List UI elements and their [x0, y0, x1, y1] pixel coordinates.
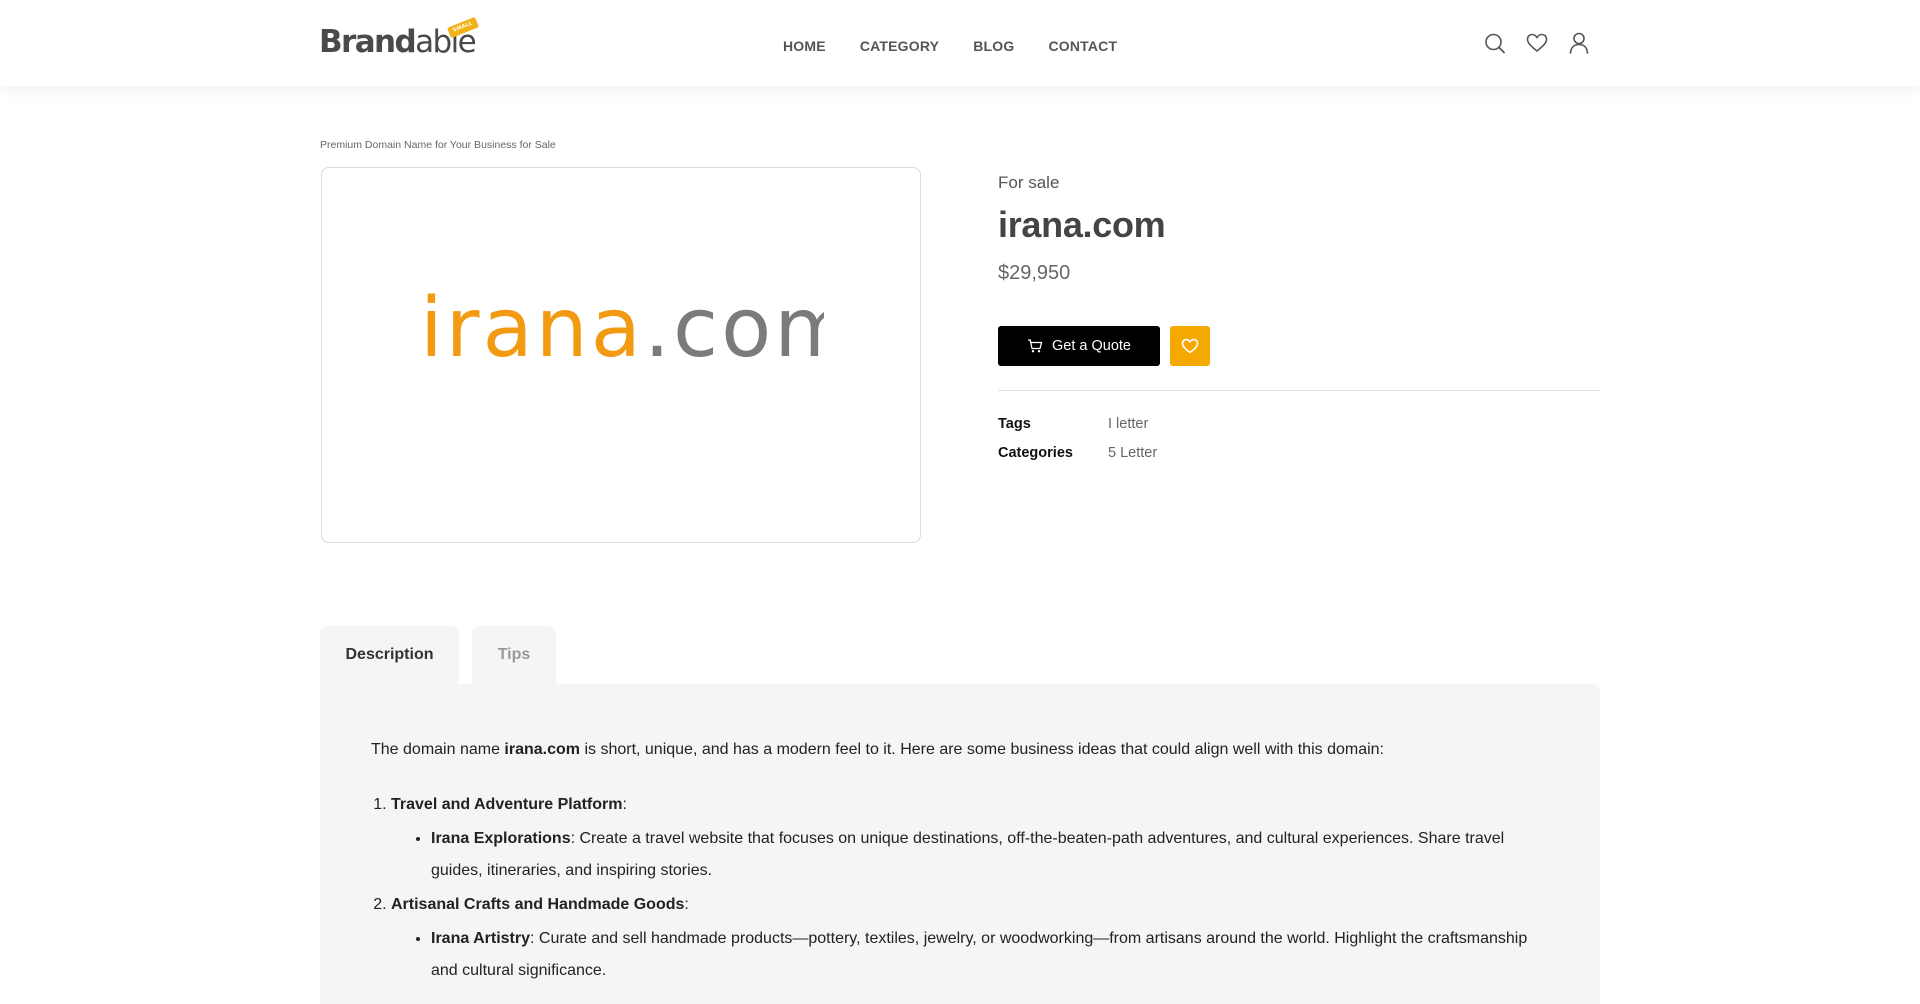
intro-domain: irana.com — [504, 741, 580, 758]
list-item: Artisanal Crafts and Handmade Goods: Ira… — [391, 889, 1551, 987]
idea-name: Irana Explorations — [431, 830, 571, 847]
product-title: irana.com — [998, 204, 1166, 245]
nav-contact[interactable]: CONTACT — [1048, 38, 1117, 54]
domain-logo-name: irana — [420, 286, 644, 366]
add-to-wishlist-button[interactable] — [1170, 326, 1210, 366]
categories-label: Categories — [998, 445, 1073, 461]
user-icon[interactable] — [1566, 30, 1592, 56]
domain-logo-tld: .com — [644, 286, 824, 366]
status-label: For sale — [998, 173, 1060, 192]
logo-text-bold: Brand — [319, 24, 417, 60]
product-price: $29,950 — [998, 262, 1071, 284]
intro-text-rest: is short, unique, and has a modern feel … — [580, 741, 1384, 758]
heart-icon — [1181, 338, 1199, 354]
tags-label: Tags — [998, 416, 1031, 432]
list-item: Travel and Adventure Platform: Irana Exp… — [391, 789, 1551, 887]
tab-description[interactable]: Description — [320, 626, 459, 684]
get-quote-label: Get a Quote — [1052, 338, 1131, 354]
list-item: Irana Explorations: Create a travel webs… — [431, 823, 1551, 887]
divider — [998, 390, 1600, 391]
logo-text: Brandable SMALL — [319, 16, 479, 62]
idea-text: : Curate and sell handmade products—pott… — [431, 930, 1528, 979]
tab-tips[interactable]: Tips — [472, 626, 556, 684]
heart-icon[interactable] — [1524, 30, 1550, 56]
search-icon[interactable] — [1482, 30, 1508, 56]
header-icons — [1482, 30, 1592, 56]
site-header: Brandable SMALL HOME CATEGORY BLOG CONTAC… — [0, 0, 1920, 86]
idea-name: Irana Artistry — [431, 930, 530, 947]
cart-icon — [1027, 338, 1043, 354]
categories-value[interactable]: 5 Letter — [1108, 445, 1157, 461]
domain-logo-image: irana.com — [420, 286, 824, 366]
intro-text: The domain name — [371, 741, 505, 758]
idea-list: Travel and Adventure Platform: Irana Exp… — [371, 789, 1551, 987]
get-quote-button[interactable]: Get a Quote — [998, 326, 1160, 366]
tags-value[interactable]: I letter — [1108, 416, 1148, 432]
idea-title: Artisanal Crafts and Handmade Goods — [391, 896, 685, 913]
idea-text: : Create a travel website that focuses o… — [431, 830, 1505, 879]
svg-text:irana.com: irana.com — [420, 286, 824, 366]
nav-category[interactable]: CATEGORY — [860, 38, 939, 54]
description-panel: The domain name irana.com is short, uniq… — [320, 684, 1600, 1004]
description-intro: The domain name irana.com is short, uniq… — [371, 736, 1551, 764]
idea-title: Travel and Adventure Platform — [391, 796, 623, 813]
list-item: Irana Artistry: Curate and sell handmade… — [431, 923, 1551, 987]
main-nav: HOME CATEGORY BLOG CONTACT — [783, 38, 1117, 54]
description-content: The domain name irana.com is short, uniq… — [371, 736, 1551, 989]
product-image-box: irana.com — [321, 167, 921, 543]
nav-home[interactable]: HOME — [783, 38, 826, 54]
breadcrumb: Premium Domain Name for Your Business fo… — [320, 139, 556, 151]
brand-logo[interactable]: Brandable SMALL — [319, 16, 479, 62]
nav-blog[interactable]: BLOG — [973, 38, 1014, 54]
